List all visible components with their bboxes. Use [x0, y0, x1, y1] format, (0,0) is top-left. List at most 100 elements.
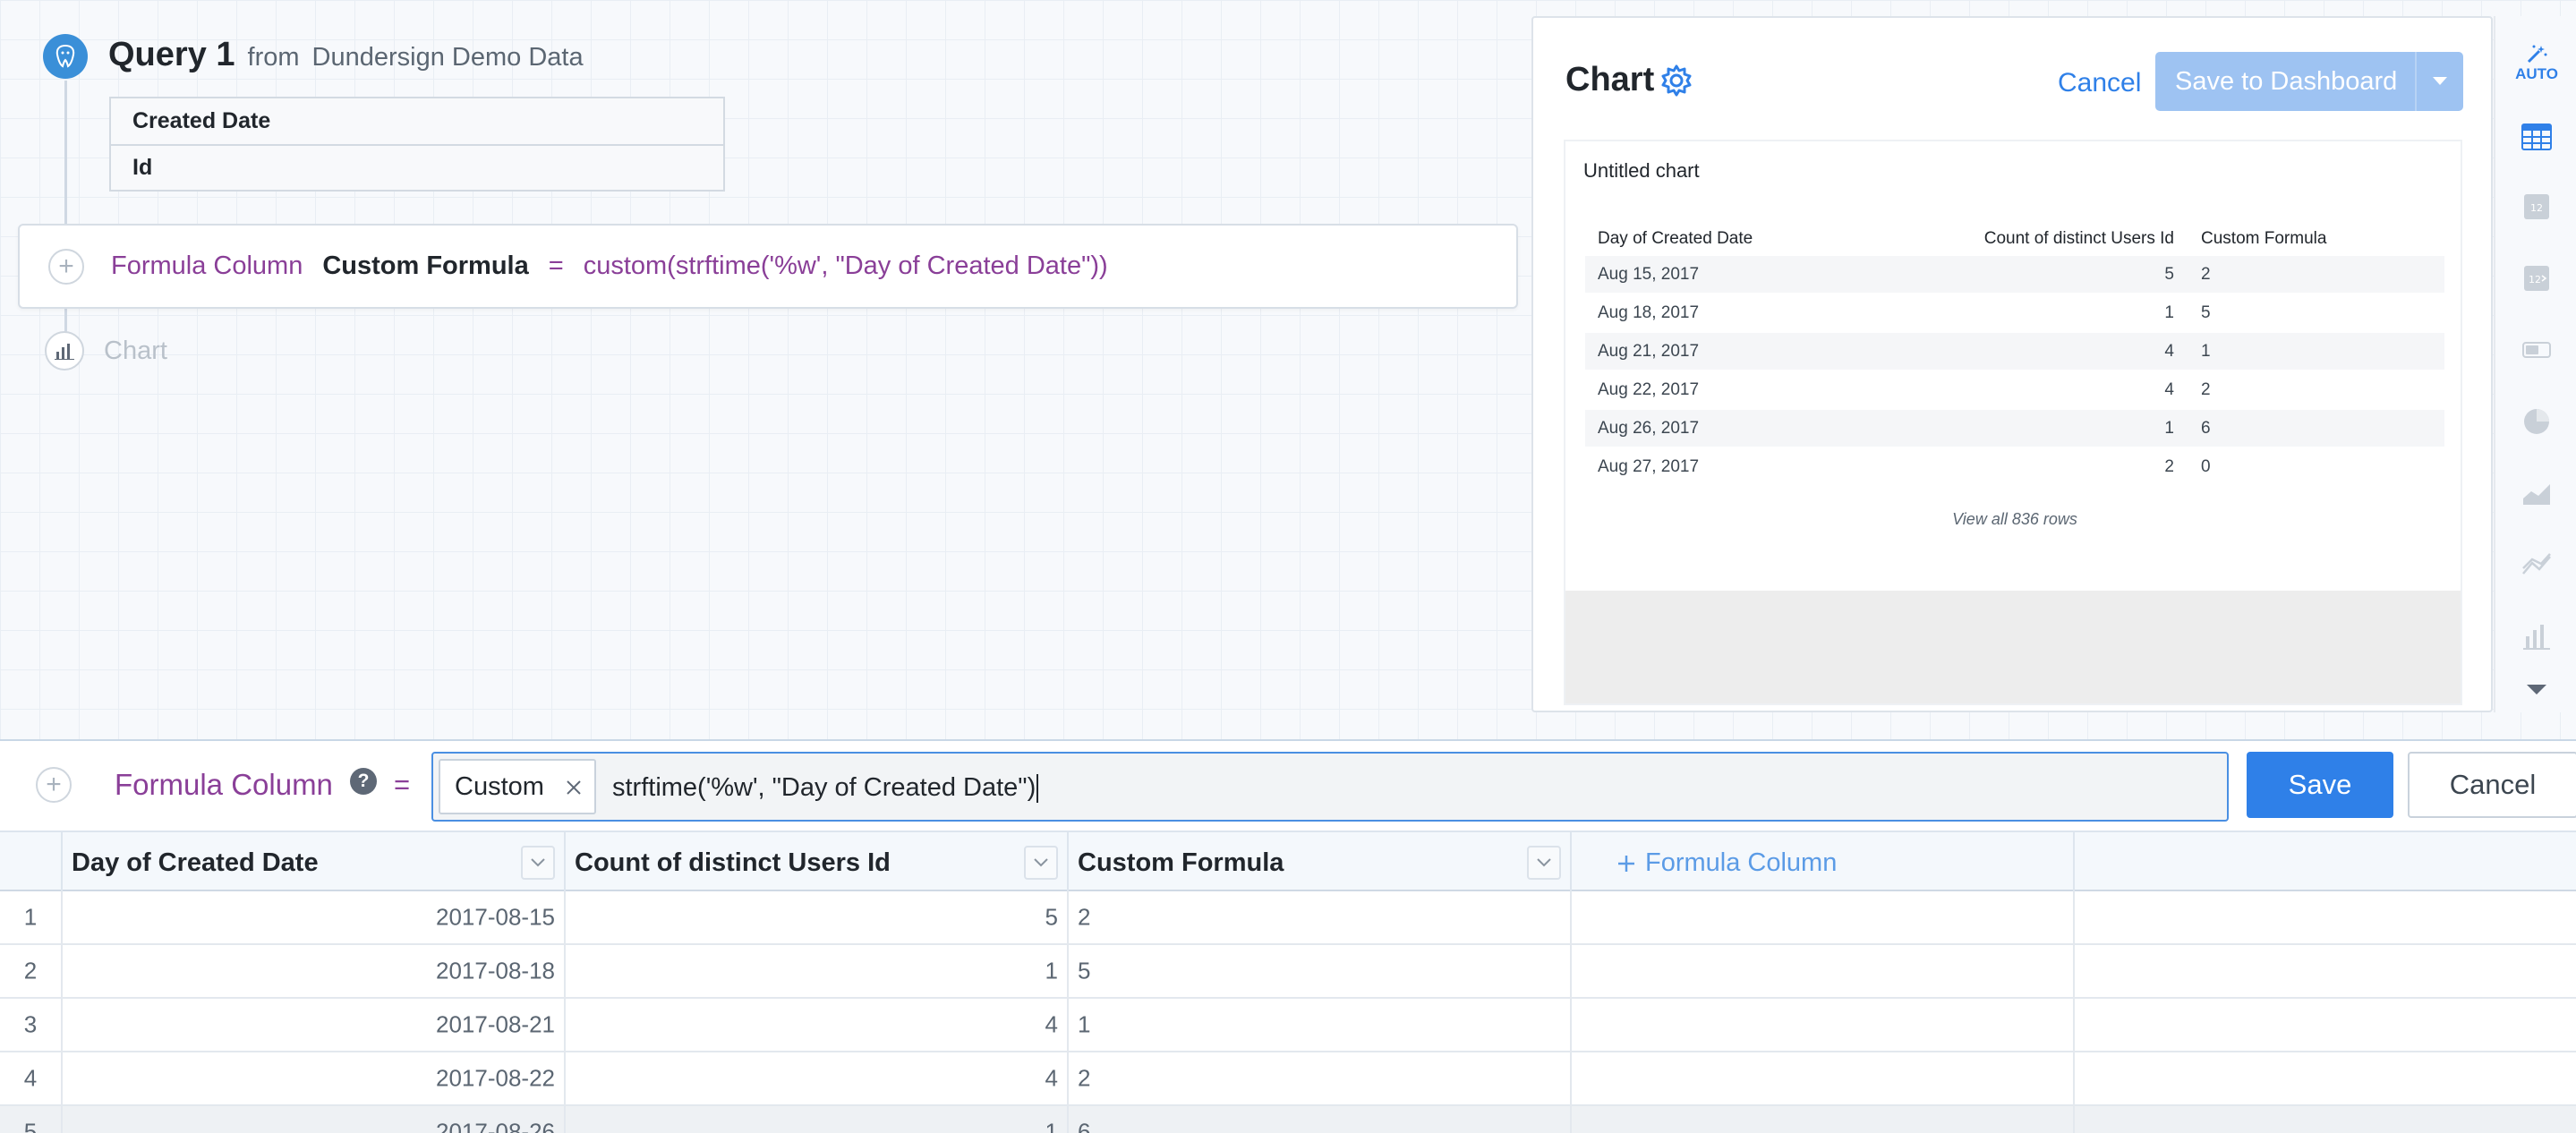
formula-cell[interactable]: 5: [1069, 945, 1572, 997]
bar-icon: [2523, 625, 2550, 650]
formula-editor-bar: + Formula Column ? = Custom strftime('%w…: [0, 739, 2576, 831]
formula-cell[interactable]: 2: [1069, 891, 1572, 943]
preview-cell: 0: [2201, 456, 2211, 476]
formula-step-equals: =: [548, 251, 564, 280]
preview-table-row: Aug 21, 2017 4 1: [1585, 333, 2444, 370]
function-chip[interactable]: Custom: [439, 759, 596, 814]
row-number: 5: [0, 1106, 63, 1133]
chart-type-toolbar: AUTO 12 12: [2494, 16, 2576, 712]
date-cell[interactable]: 2017-08-22: [63, 1052, 566, 1104]
chart-step[interactable]: Chart: [45, 331, 167, 371]
empty-cell: [1572, 891, 2075, 943]
empty-cell: [1572, 1106, 2075, 1133]
formula-step-label: Formula Column: [111, 251, 303, 280]
column-header[interactable]: Count of distinct Users Id: [566, 832, 1069, 891]
area-icon: [2523, 484, 2550, 505]
save-button[interactable]: Save: [2247, 752, 2393, 818]
formula-editor-equals: =: [394, 769, 411, 800]
results-grid: Day of Created Date Count of distinct Us…: [0, 831, 2576, 1133]
chevron-down-icon[interactable]: [1527, 846, 1561, 880]
chart-preview: Untitled chart Day of Created Date Count…: [1564, 140, 2462, 705]
preview-cell: Aug 18, 2017: [1598, 302, 1700, 322]
formula-input[interactable]: Custom strftime('%w', "Day of Created Da…: [431, 752, 2229, 822]
query-source[interactable]: Dundersign Demo Data: [312, 43, 584, 72]
column-header[interactable]: Custom Formula: [1069, 832, 1572, 891]
preview-cell: Aug 26, 2017: [1598, 418, 1700, 438]
number-trend-icon: 12: [2524, 266, 2549, 291]
query-fields-table: Created Date Id: [109, 97, 725, 192]
empty-cell: [1572, 999, 2075, 1051]
chart-type-progress[interactable]: [2495, 319, 2576, 381]
preview-cell: 1: [2201, 341, 2211, 361]
formula-cell[interactable]: 1: [1069, 999, 1572, 1051]
add-formula-column-label: Formula Column: [1645, 848, 1838, 877]
svg-text:12: 12: [2530, 202, 2543, 214]
plus-icon: [1618, 855, 1634, 872]
chart-type-pie[interactable]: [2495, 390, 2576, 453]
formula-step-name: Custom Formula: [322, 251, 529, 280]
svg-text:12: 12: [2529, 274, 2541, 285]
view-all-rows-link[interactable]: View all 836 rows: [1565, 510, 2464, 529]
date-cell[interactable]: 2017-08-21: [63, 999, 566, 1051]
count-cell[interactable]: 5: [566, 891, 1069, 943]
chart-type-number[interactable]: 12: [2495, 175, 2576, 238]
chevron-down-icon[interactable]: [1024, 846, 1058, 880]
count-cell[interactable]: 1: [566, 1106, 1069, 1133]
formula-column-step[interactable]: + Formula Column Custom Formula = custom…: [18, 224, 1518, 309]
chart-type-auto[interactable]: AUTO: [2495, 32, 2576, 95]
empty-cell: [1572, 945, 2075, 997]
preview-cell: 2: [2164, 456, 2174, 476]
preview-cell: 5: [2201, 302, 2211, 322]
count-cell[interactable]: 4: [566, 1052, 1069, 1104]
add-step-plus-icon[interactable]: +: [48, 248, 84, 285]
chart-type-bar[interactable]: [2495, 605, 2576, 668]
chart-cancel-button[interactable]: Cancel: [2058, 68, 2141, 98]
count-cell[interactable]: 1: [566, 945, 1069, 997]
more-chart-types[interactable]: [2495, 668, 2576, 712]
formula-cell[interactable]: 6: [1069, 1106, 1572, 1133]
query-name[interactable]: Query 1: [108, 36, 235, 74]
date-cell[interactable]: 2017-08-15: [63, 891, 566, 943]
save-to-dashboard-button[interactable]: Save to Dashboard: [2155, 52, 2463, 111]
close-icon[interactable]: [564, 775, 584, 805]
save-to-dashboard-label: Save to Dashboard: [2175, 66, 2398, 96]
chart-type-table[interactable]: [2495, 106, 2576, 168]
date-cell[interactable]: 2017-08-18: [63, 945, 566, 997]
gear-icon[interactable]: [1659, 63, 1694, 103]
row-number: 3: [0, 999, 63, 1051]
add-step-plus-icon[interactable]: +: [36, 767, 72, 803]
row-number: 2: [0, 945, 63, 997]
preview-cell: 4: [2164, 379, 2174, 399]
formula-cell[interactable]: 2: [1069, 1052, 1572, 1104]
preview-table-row: Aug 15, 2017 5 2: [1585, 256, 2444, 293]
table-row[interactable]: 2 2017-08-18 1 5: [0, 945, 2576, 999]
chart-panel: Chart Cancel Save to Dashboard Untitled …: [1531, 16, 2493, 712]
formula-step-expression: custom(strftime('%w', "Day of Created Da…: [583, 251, 1108, 280]
preview-table-row: Aug 22, 2017 4 2: [1585, 371, 2444, 408]
chevron-down-icon[interactable]: [521, 846, 555, 880]
help-icon[interactable]: ?: [350, 768, 377, 795]
table-row[interactable]: 5 2017-08-26 1 6: [0, 1106, 2576, 1133]
query-field[interactable]: Id: [111, 144, 723, 190]
formula-expression-text[interactable]: strftime('%w', "Day of Created Date"): [612, 773, 1038, 803]
caret-down-icon[interactable]: [2415, 52, 2463, 111]
query-field[interactable]: Created Date: [111, 98, 723, 144]
date-cell[interactable]: 2017-08-26: [63, 1106, 566, 1133]
preview-cell: Aug 21, 2017: [1598, 341, 1700, 361]
chart-type-line[interactable]: [2495, 533, 2576, 596]
formula-editor-label: Formula Column: [115, 768, 333, 801]
grid-header: Day of Created Date Count of distinct Us…: [0, 831, 2576, 891]
table-row[interactable]: 3 2017-08-21 4 1: [0, 999, 2576, 1052]
column-header[interactable]: Day of Created Date: [63, 832, 566, 891]
count-cell[interactable]: 4: [566, 999, 1069, 1051]
empty-cell: [1572, 1052, 2075, 1104]
table-row[interactable]: 4 2017-08-22 4 2: [0, 1052, 2576, 1106]
chart-type-number-trend[interactable]: 12: [2495, 247, 2576, 310]
add-formula-column-button[interactable]: Formula Column: [1616, 848, 1837, 878]
preview-col-header: Custom Formula: [2201, 229, 2327, 248]
table-row[interactable]: 1 2017-08-15 5 2: [0, 891, 2576, 945]
preview-table-header: Day of Created Date Count of distinct Us…: [1585, 224, 2444, 254]
preview-cell: Aug 22, 2017: [1598, 379, 1700, 399]
chart-type-area[interactable]: [2495, 462, 2576, 524]
cancel-button[interactable]: Cancel: [2408, 752, 2576, 818]
